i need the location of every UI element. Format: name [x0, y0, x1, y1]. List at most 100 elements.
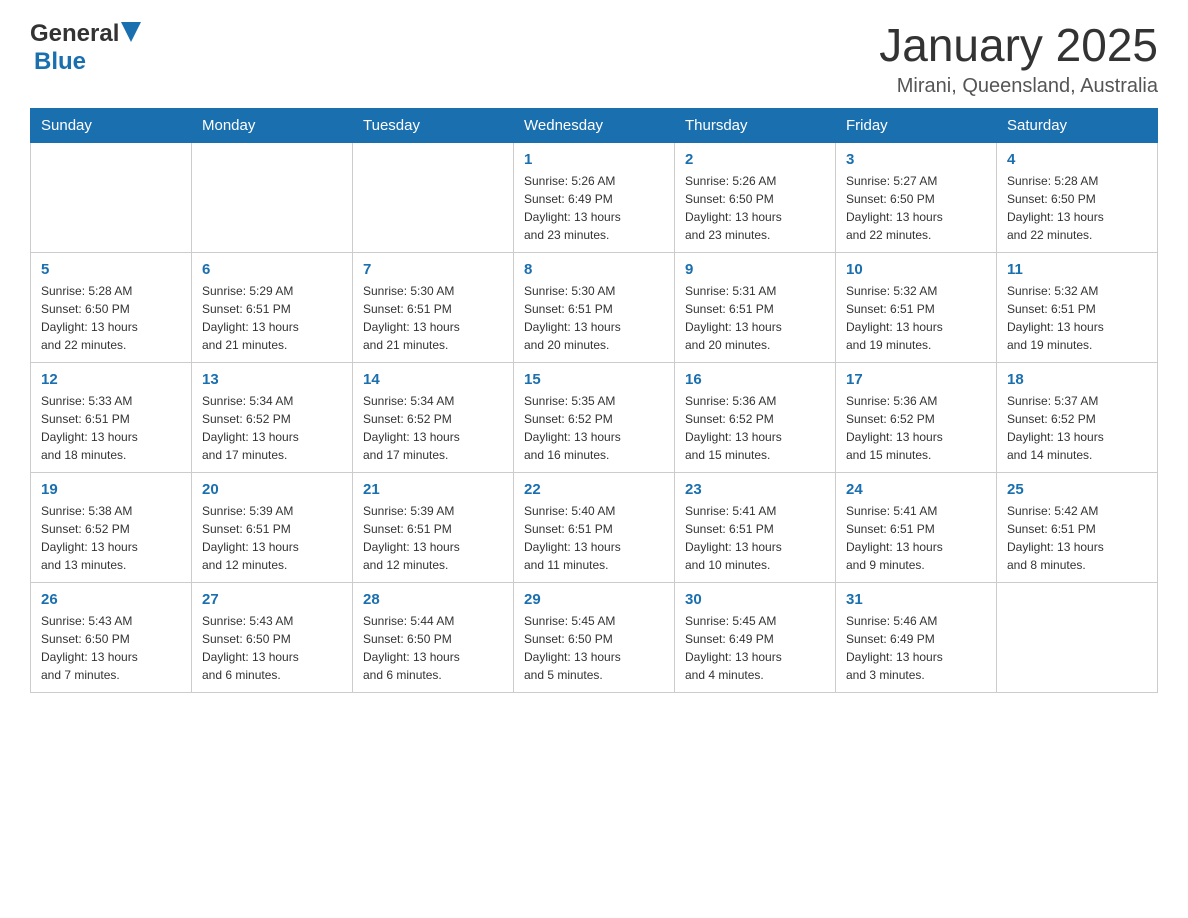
- day-number: 23: [685, 481, 825, 498]
- day-number: 12: [41, 371, 181, 388]
- calendar-day-header: Thursday: [675, 108, 836, 142]
- calendar-week-row: 5 Sunrise: 5:28 AM Sunset: 6:50 PM Daylig…: [31, 252, 1158, 362]
- calendar-week-row: 12 Sunrise: 5:33 AM Sunset: 6:51 PM Dayli…: [31, 362, 1158, 472]
- calendar-cell: [353, 142, 514, 252]
- day-info: Sunrise: 5:43 AM Sunset: 6:50 PM Dayligh…: [41, 612, 181, 684]
- calendar-cell: 31 Sunrise: 5:46 AM Sunset: 6:49 PM Dayli…: [836, 582, 997, 692]
- calendar-day-header: Sunday: [31, 108, 192, 142]
- day-info: Sunrise: 5:39 AM Sunset: 6:51 PM Dayligh…: [363, 502, 503, 574]
- calendar-cell: 23 Sunrise: 5:41 AM Sunset: 6:51 PM Dayli…: [675, 472, 836, 582]
- month-title: January 2025: [879, 20, 1158, 71]
- day-number: 28: [363, 591, 503, 608]
- calendar-cell: 11Sunrise: 5:32 AM Sunset: 6:51 PM Dayli…: [997, 252, 1158, 362]
- day-number: 8: [524, 261, 664, 278]
- logo-blue-text: Blue: [34, 48, 86, 76]
- calendar-table: SundayMondayTuesdayWednesdayThursdayFrid…: [30, 108, 1158, 693]
- calendar-day-header: Monday: [192, 108, 353, 142]
- day-info: Sunrise: 5:46 AM Sunset: 6:49 PM Dayligh…: [846, 612, 986, 684]
- calendar-cell: 19 Sunrise: 5:38 AM Sunset: 6:52 PM Dayli…: [31, 472, 192, 582]
- day-number: 29: [524, 591, 664, 608]
- calendar-cell: 4 Sunrise: 5:28 AM Sunset: 6:50 PM Daylig…: [997, 142, 1158, 252]
- day-info: Sunrise: 5:28 AM Sunset: 6:50 PM Dayligh…: [41, 282, 181, 354]
- calendar-cell: 8 Sunrise: 5:30 AM Sunset: 6:51 PM Daylig…: [514, 252, 675, 362]
- calendar-cell: 18 Sunrise: 5:37 AM Sunset: 6:52 PM Dayli…: [997, 362, 1158, 472]
- calendar-cell: 1 Sunrise: 5:26 AM Sunset: 6:49 PM Daylig…: [514, 142, 675, 252]
- day-number: 18: [1007, 371, 1147, 388]
- calendar-day-header: Wednesday: [514, 108, 675, 142]
- day-info: Sunrise: 5:39 AM Sunset: 6:51 PM Dayligh…: [202, 502, 342, 574]
- day-number: 10: [846, 261, 986, 278]
- day-info: Sunrise: 5:42 AM Sunset: 6:51 PM Dayligh…: [1007, 502, 1147, 574]
- day-info: Sunrise: 5:34 AM Sunset: 6:52 PM Dayligh…: [363, 392, 503, 464]
- day-number: 1: [524, 151, 664, 168]
- calendar-cell: 29 Sunrise: 5:45 AM Sunset: 6:50 PM Dayli…: [514, 582, 675, 692]
- day-info: Sunrise: 5:28 AM Sunset: 6:50 PM Dayligh…: [1007, 172, 1147, 244]
- calendar-cell: 27 Sunrise: 5:43 AM Sunset: 6:50 PM Dayli…: [192, 582, 353, 692]
- calendar-cell: 21Sunrise: 5:39 AM Sunset: 6:51 PM Dayli…: [353, 472, 514, 582]
- calendar-day-header: Tuesday: [353, 108, 514, 142]
- day-number: 31: [846, 591, 986, 608]
- day-info: Sunrise: 5:30 AM Sunset: 6:51 PM Dayligh…: [524, 282, 664, 354]
- calendar-header-row: SundayMondayTuesdayWednesdayThursdayFrid…: [31, 108, 1158, 142]
- day-info: Sunrise: 5:30 AM Sunset: 6:51 PM Dayligh…: [363, 282, 503, 354]
- calendar-cell: 17Sunrise: 5:36 AM Sunset: 6:52 PM Dayli…: [836, 362, 997, 472]
- calendar-cell: 5 Sunrise: 5:28 AM Sunset: 6:50 PM Daylig…: [31, 252, 192, 362]
- day-info: Sunrise: 5:26 AM Sunset: 6:49 PM Dayligh…: [524, 172, 664, 244]
- day-info: Sunrise: 5:43 AM Sunset: 6:50 PM Dayligh…: [202, 612, 342, 684]
- calendar-cell: [31, 142, 192, 252]
- day-number: 5: [41, 261, 181, 278]
- calendar-cell: [997, 582, 1158, 692]
- day-number: 16: [685, 371, 825, 388]
- calendar-cell: 10 Sunrise: 5:32 AM Sunset: 6:51 PM Dayli…: [836, 252, 997, 362]
- day-number: 15: [524, 371, 664, 388]
- day-number: 6: [202, 261, 342, 278]
- day-number: 14: [363, 371, 503, 388]
- day-info: Sunrise: 5:45 AM Sunset: 6:49 PM Dayligh…: [685, 612, 825, 684]
- day-info: Sunrise: 5:34 AM Sunset: 6:52 PM Dayligh…: [202, 392, 342, 464]
- day-info: Sunrise: 5:41 AM Sunset: 6:51 PM Dayligh…: [846, 502, 986, 574]
- day-number: 19: [41, 481, 181, 498]
- day-info: Sunrise: 5:32 AM Sunset: 6:51 PM Dayligh…: [1007, 282, 1147, 354]
- calendar-week-row: 26 Sunrise: 5:43 AM Sunset: 6:50 PM Dayli…: [31, 582, 1158, 692]
- calendar-week-row: 19 Sunrise: 5:38 AM Sunset: 6:52 PM Dayli…: [31, 472, 1158, 582]
- day-number: 20: [202, 481, 342, 498]
- day-number: 26: [41, 591, 181, 608]
- calendar-day-header: Saturday: [997, 108, 1158, 142]
- calendar-cell: 3Sunrise: 5:27 AM Sunset: 6:50 PM Daylig…: [836, 142, 997, 252]
- day-info: Sunrise: 5:32 AM Sunset: 6:51 PM Dayligh…: [846, 282, 986, 354]
- day-info: Sunrise: 5:26 AM Sunset: 6:50 PM Dayligh…: [685, 172, 825, 244]
- day-number: 4: [1007, 151, 1147, 168]
- day-info: Sunrise: 5:29 AM Sunset: 6:51 PM Dayligh…: [202, 282, 342, 354]
- day-number: 24: [846, 481, 986, 498]
- day-number: 22: [524, 481, 664, 498]
- page-header: General Blue January 2025 Mirani, Queens…: [30, 20, 1158, 98]
- calendar-cell: 26 Sunrise: 5:43 AM Sunset: 6:50 PM Dayli…: [31, 582, 192, 692]
- day-info: Sunrise: 5:35 AM Sunset: 6:52 PM Dayligh…: [524, 392, 664, 464]
- day-number: 9: [685, 261, 825, 278]
- day-info: Sunrise: 5:36 AM Sunset: 6:52 PM Dayligh…: [685, 392, 825, 464]
- day-number: 3: [846, 151, 986, 168]
- day-info: Sunrise: 5:33 AM Sunset: 6:51 PM Dayligh…: [41, 392, 181, 464]
- calendar-cell: 15 Sunrise: 5:35 AM Sunset: 6:52 PM Dayli…: [514, 362, 675, 472]
- calendar-week-row: 1 Sunrise: 5:26 AM Sunset: 6:49 PM Daylig…: [31, 142, 1158, 252]
- calendar-cell: 9 Sunrise: 5:31 AM Sunset: 6:51 PM Daylig…: [675, 252, 836, 362]
- day-info: Sunrise: 5:44 AM Sunset: 6:50 PM Dayligh…: [363, 612, 503, 684]
- calendar-cell: 24 Sunrise: 5:41 AM Sunset: 6:51 PM Dayli…: [836, 472, 997, 582]
- logo-general-text: General: [30, 20, 119, 48]
- calendar-cell: [192, 142, 353, 252]
- calendar-cell: 30 Sunrise: 5:45 AM Sunset: 6:49 PM Dayli…: [675, 582, 836, 692]
- day-info: Sunrise: 5:45 AM Sunset: 6:50 PM Dayligh…: [524, 612, 664, 684]
- day-info: Sunrise: 5:41 AM Sunset: 6:51 PM Dayligh…: [685, 502, 825, 574]
- logo-triangle-icon: [121, 22, 141, 42]
- day-number: 17: [846, 371, 986, 388]
- location: Mirani, Queensland, Australia: [879, 75, 1158, 98]
- day-number: 27: [202, 591, 342, 608]
- day-info: Sunrise: 5:37 AM Sunset: 6:52 PM Dayligh…: [1007, 392, 1147, 464]
- calendar-cell: 12 Sunrise: 5:33 AM Sunset: 6:51 PM Dayli…: [31, 362, 192, 472]
- calendar-cell: 20 Sunrise: 5:39 AM Sunset: 6:51 PM Dayli…: [192, 472, 353, 582]
- calendar-cell: 2Sunrise: 5:26 AM Sunset: 6:50 PM Daylig…: [675, 142, 836, 252]
- day-info: Sunrise: 5:31 AM Sunset: 6:51 PM Dayligh…: [685, 282, 825, 354]
- calendar-cell: 16 Sunrise: 5:36 AM Sunset: 6:52 PM Dayli…: [675, 362, 836, 472]
- day-info: Sunrise: 5:38 AM Sunset: 6:52 PM Dayligh…: [41, 502, 181, 574]
- day-number: 30: [685, 591, 825, 608]
